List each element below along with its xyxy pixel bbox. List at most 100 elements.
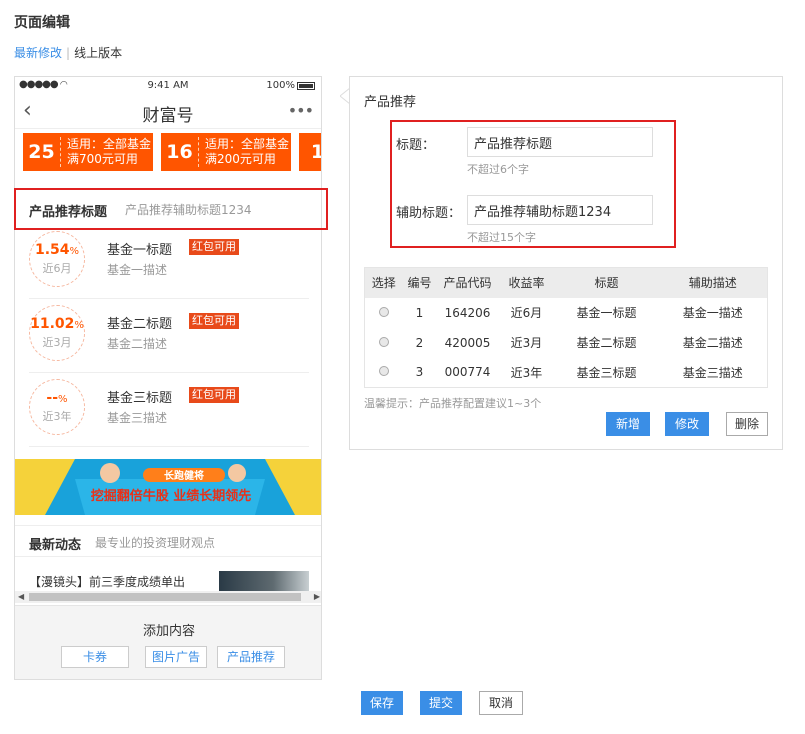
subtitle-hint: 不超过15个字 xyxy=(467,231,536,244)
phone-preview: ●●●●● ◠ 9:41 AM 100% ‹ 财富号 ••• 25 适用：全部基… xyxy=(14,76,322,680)
fund-rate: -- xyxy=(46,390,59,406)
tab-online[interactable]: 线上版本 xyxy=(74,46,122,60)
coupon-row: 25 适用：全部基金满700元可用 16 适用：全部基金满200元可用 1 xyxy=(23,133,321,171)
delete-button[interactable]: 删除 xyxy=(726,412,768,436)
table-row[interactable]: 3 000774 近3年 基金三标题 基金三描述 xyxy=(365,358,768,388)
fund-period: 近3年 xyxy=(42,410,72,423)
fund-rate-unit: % xyxy=(58,394,68,405)
coupon-condition: 满700元可用 xyxy=(67,152,138,166)
version-tabs: 最新修改 | 线上版本 xyxy=(14,44,122,61)
row-radio[interactable] xyxy=(378,366,389,377)
col-header: 收益率 xyxy=(498,267,555,298)
coupon-amount: 1 xyxy=(299,137,321,167)
row-index: 1 xyxy=(415,305,424,320)
row-code: 164206 xyxy=(444,305,491,320)
news-thumbnail xyxy=(219,571,309,593)
add-product-button[interactable]: 产品推荐 xyxy=(217,646,285,668)
col-header: 辅助描述 xyxy=(658,267,768,298)
fund-item[interactable]: 11.02% 近3月 基金二标题 红包可用 基金二描述 xyxy=(29,299,309,373)
fund-desc: 基金二描述 xyxy=(107,337,168,351)
fund-rate-unit: % xyxy=(74,320,84,331)
fund-period: 近6月 xyxy=(42,262,72,275)
editor-panel: 产品推荐 标题： 不超过6个字 辅助标题： 不超过15个字 选择 编号 产品代码… xyxy=(349,76,783,450)
banner-graphic: 长跑健将 挖掘翻倍牛股 业绩长期领先 xyxy=(15,459,321,515)
redpacket-badge: 红包可用 xyxy=(189,387,239,403)
row-title: 基金二标题 xyxy=(576,336,637,350)
col-header: 选择 xyxy=(364,267,403,298)
scroll-left-icon: ◀ xyxy=(18,592,25,601)
fund-rate-circle: 1.54% 近6月 xyxy=(29,231,85,287)
row-title: 基金三标题 xyxy=(576,365,637,380)
fund-rate: 1.54 xyxy=(34,242,70,258)
fund-rate-circle: --% 近3年 xyxy=(29,379,85,435)
redpacket-badge: 红包可用 xyxy=(189,239,239,255)
redpacket-badge: 红包可用 xyxy=(189,313,239,329)
save-button[interactable]: 保存 xyxy=(361,691,403,715)
fund-desc: 基金三描述 xyxy=(107,411,168,425)
row-title: 基金一标题 xyxy=(576,306,637,320)
coupon-amount: 25 xyxy=(23,137,61,167)
news-title: 最新动态 xyxy=(29,538,82,553)
fund-name: 基金二标题 xyxy=(107,317,173,332)
coupon-card[interactable]: 16 适用：全部基金 满200元可用 xyxy=(161,133,292,171)
tab-separator: | xyxy=(66,46,71,60)
row-index: 3 xyxy=(415,365,424,380)
add-button[interactable]: 新增 xyxy=(606,412,650,436)
table-header-row: 选择 编号 产品代码 收益率 标题 辅助描述 xyxy=(364,267,768,298)
table-row[interactable]: 2 420005 近3月 基金二标题 基金二描述 xyxy=(365,328,768,358)
config-tip: 温馨提示：产品推荐配置建议1~3个 xyxy=(364,397,542,410)
edit-button[interactable]: 修改 xyxy=(665,412,709,436)
col-header: 编号 xyxy=(402,267,437,298)
status-bar: ●●●●● ◠ 9:41 AM 100% xyxy=(15,77,321,95)
cancel-button[interactable]: 取消 xyxy=(479,691,523,715)
banner-ad[interactable]: 长跑健将 挖掘翻倍牛股 业绩长期领先 xyxy=(15,459,321,515)
add-image-ad-button[interactable]: 图片广告 xyxy=(145,646,207,668)
add-content-title: 添加内容 xyxy=(142,624,195,639)
fund-period: 近3月 xyxy=(42,336,72,349)
submit-button[interactable]: 提交 xyxy=(420,691,462,715)
add-content-panel: 添加内容 卡券 图片广告 产品推荐 xyxy=(15,605,321,679)
news-header: 最新动态 最专业的投资理财观点 xyxy=(15,525,321,557)
fund-item[interactable]: --% 近3年 基金三标题 红包可用 基金三描述 xyxy=(29,373,309,447)
fund-desc: 基金一描述 xyxy=(107,263,168,277)
more-icon[interactable]: ••• xyxy=(288,101,314,120)
table-row[interactable]: 1 164206 近6月 基金一标题 基金一描述 xyxy=(365,298,768,328)
col-header: 标题 xyxy=(554,267,659,298)
nav-title: 财富号 xyxy=(142,106,194,126)
coupon-card[interactable]: 1 xyxy=(299,133,321,171)
subtitle-input[interactable] xyxy=(467,195,653,225)
coupon-scope: 适用：全部基金 xyxy=(205,137,290,151)
coupon-condition: 满200元可用 xyxy=(205,152,276,166)
row-period: 近3月 xyxy=(510,336,543,350)
editor-title: 产品推荐 xyxy=(364,95,417,110)
fund-rate-circle: 11.02% 近3月 xyxy=(29,305,85,361)
title-label: 标题： xyxy=(396,138,436,153)
fund-rate: 11.02 xyxy=(30,316,75,332)
row-radio[interactable] xyxy=(378,336,389,347)
fund-item[interactable]: 1.54% 近6月 基金一标题 红包可用 基金一描述 xyxy=(29,225,309,299)
banner-slogan: 挖掘翻倍牛股 业绩长期领先 xyxy=(91,488,252,504)
page-title: 页面编辑 xyxy=(14,15,70,31)
row-code: 420005 xyxy=(444,335,491,350)
horizontal-scrollbar[interactable]: ◀ ▶ xyxy=(15,591,321,603)
row-desc: 基金二描述 xyxy=(682,336,743,350)
recommend-highlight xyxy=(14,188,328,230)
coupon-card[interactable]: 25 适用：全部基金 满700元可用 xyxy=(23,133,154,171)
coupon-amount: 16 xyxy=(161,137,200,167)
add-coupon-button[interactable]: 卡券 xyxy=(61,646,129,668)
product-table: 选择 编号 产品代码 收益率 标题 辅助描述 1 164206 近6月 基金一标… xyxy=(364,267,768,388)
subtitle-label: 辅助标题： xyxy=(396,206,462,221)
banner-tag: 长跑健将 xyxy=(164,469,204,482)
row-index: 2 xyxy=(415,335,424,350)
nav-bar: ‹ 财富号 ••• xyxy=(15,95,321,129)
fund-rate-unit: % xyxy=(69,246,80,257)
row-desc: 基金一描述 xyxy=(682,306,743,320)
row-radio[interactable] xyxy=(378,306,389,317)
row-period: 近6月 xyxy=(510,306,543,320)
battery-icon xyxy=(297,81,315,90)
battery-percent: 100% xyxy=(266,80,295,91)
row-period: 近3年 xyxy=(510,365,543,380)
title-input[interactable] xyxy=(467,127,653,157)
news-item[interactable]: 【漫镜头】前三季度成绩单出 xyxy=(29,573,185,590)
tab-latest[interactable]: 最新修改 xyxy=(14,46,62,60)
